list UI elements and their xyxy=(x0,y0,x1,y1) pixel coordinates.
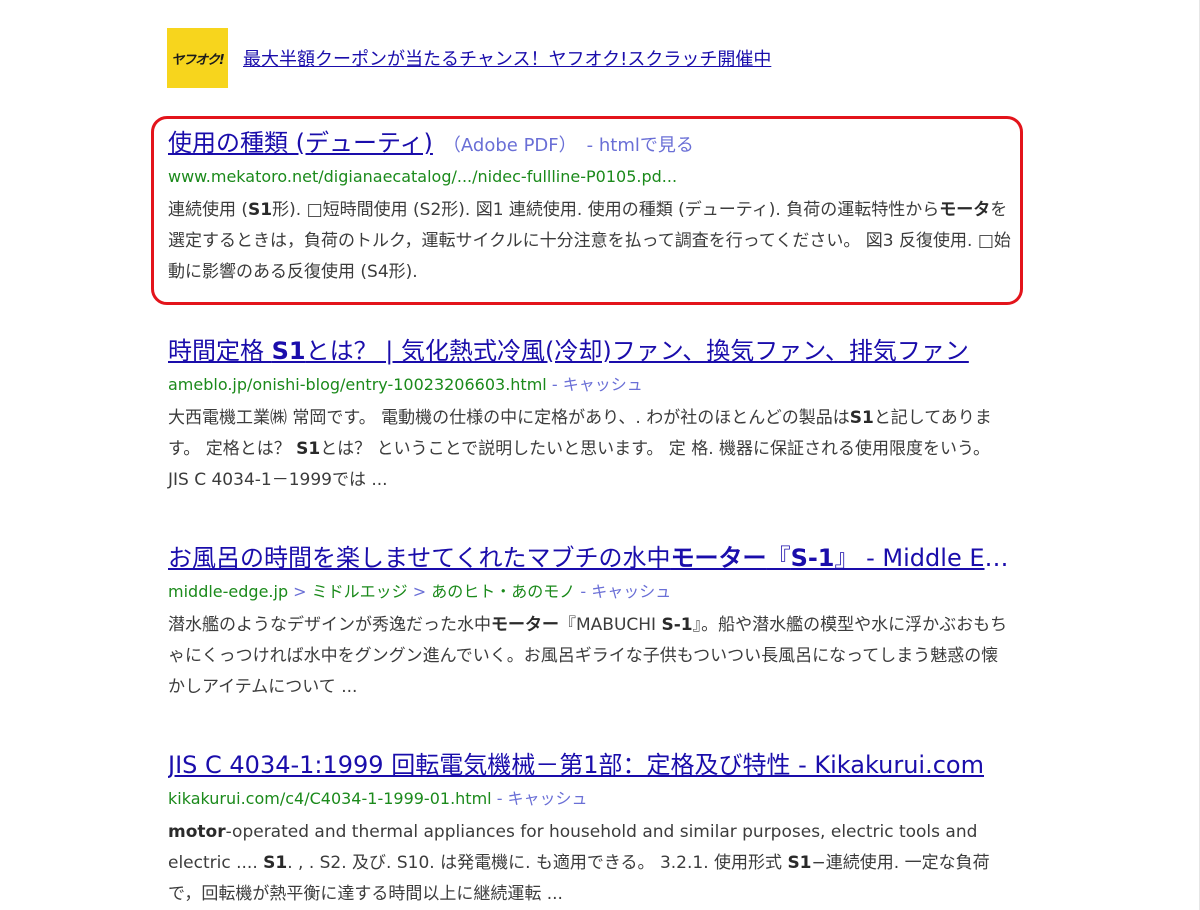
emphasized-text: S1 xyxy=(787,853,812,873)
result-url: kikakurui.com/c4/C4034-1-1999-01.html xyxy=(168,789,492,808)
emphasized-text: S1 xyxy=(849,408,874,428)
yahoo-auction-logo[interactable]: ヤフオク! xyxy=(167,28,228,88)
search-result: お風呂の時間を楽しませてくれたマブチの水中モーター『S-1』 - Middle … xyxy=(168,542,1013,703)
emphasized-text: S-1 xyxy=(790,544,835,572)
text-segment: 『MABUCHI xyxy=(559,615,662,635)
url-dash: - xyxy=(580,582,592,601)
cache-link[interactable]: キャッシュ xyxy=(508,789,588,808)
result-title-link[interactable]: 時間定格 S1とは？ | 気化熱式冷風(冷却)ファン、換気ファン、排気ファン xyxy=(168,335,1013,367)
promo-link[interactable]: 最大半額クーポンが当たるチャンス！ヤフオク!スクラッチ開催中 xyxy=(243,45,771,71)
result-url-row: ameblo.jp/onishi-blog/entry-10023206603.… xyxy=(168,373,1013,397)
text-segment: あのヒト・あのモノ xyxy=(431,582,576,601)
result-snippet: 大西電機工業㈱ 常岡です。 電動機の仕様の中に定格があり、. わが社のほとんどの… xyxy=(168,403,1013,496)
promo-row: ヤフオク! 最大半額クーポンが当たるチャンス！ヤフオク!スクラッチ開催中 xyxy=(167,28,771,88)
url-dash: - xyxy=(551,375,563,394)
text-segment: とは？ | 気化熱式冷風(冷却)ファン、換気ファン、排気ファン xyxy=(305,337,969,365)
emphasized-text: S1 xyxy=(263,853,288,873)
result-url-breadcrumb: middle-edge.jp > ミドルエッジ > あのヒト・あのモノ xyxy=(168,582,575,601)
text-segment: . , . S2. 及び. S10. は発電機に. も適用できる。 3.2.1.… xyxy=(287,853,788,873)
url-dash: - xyxy=(496,789,508,808)
text-segment: ミドルエッジ xyxy=(311,582,408,601)
text-segment: 時間定格 xyxy=(168,337,272,365)
breadcrumb-separator: > xyxy=(288,582,312,601)
result-snippet: 潜水艦のようなデザインが秀逸だった水中モーター『MABUCHI S-1』。船や潜… xyxy=(168,610,1013,703)
emphasized-text: モーター xyxy=(670,544,767,572)
emphasized-text: S-1 xyxy=(661,615,693,635)
text-segment: お風呂の時間を楽しませてくれたマブチの水中 xyxy=(168,544,671,572)
result-url-row: kikakurui.com/c4/C4034-1-1999-01.html - … xyxy=(168,787,1013,811)
search-results-page: ヤフオク! 最大半額クーポンが当たるチャンス！ヤフオク!スクラッチ開催中 使用の… xyxy=(0,0,1200,910)
highlight-annotation-box xyxy=(151,116,1023,305)
cache-link[interactable]: キャッシュ xyxy=(563,375,643,394)
result-url-row: middle-edge.jp > ミドルエッジ > あのヒト・あのモノ - キャ… xyxy=(168,580,1013,604)
text-segment: 『 xyxy=(766,544,791,572)
cache-link[interactable]: キャッシュ xyxy=(591,582,671,601)
search-result: JIS C 4034-1:1999 回転電気機械－第1部：定格及び特性 - Ki… xyxy=(168,749,1013,910)
emphasized-text: モーター xyxy=(491,615,559,635)
emphasized-text: motor xyxy=(168,822,226,842)
result-title-link[interactable]: お風呂の時間を楽しませてくれたマブチの水中モーター『S-1』 - Middle … xyxy=(168,542,1013,574)
text-segment: middle-edge.jp xyxy=(168,582,289,601)
result-url: ameblo.jp/onishi-blog/entry-10023206603.… xyxy=(168,375,547,394)
breadcrumb-separator: > xyxy=(407,582,432,601)
search-result: 時間定格 S1とは？ | 気化熱式冷風(冷却)ファン、換気ファン、排気ファン a… xyxy=(168,335,1013,496)
result-snippet: motor-operated and thermal appliances fo… xyxy=(168,817,1013,910)
emphasized-text: S1 xyxy=(296,439,321,459)
result-title-link[interactable]: JIS C 4034-1:1999 回転電気機械－第1部：定格及び特性 - Ki… xyxy=(168,749,1013,781)
text-segment: 潜水艦のようなデザインが秀逸だった水中 xyxy=(168,615,491,635)
text-segment: 大西電機工業㈱ 常岡です。 電動機の仕様の中に定格があり、. わが社のほとんどの… xyxy=(168,408,850,428)
text-segment: 』 - Middle Edge xyxy=(834,544,1013,572)
emphasized-text: S1 xyxy=(271,337,306,365)
